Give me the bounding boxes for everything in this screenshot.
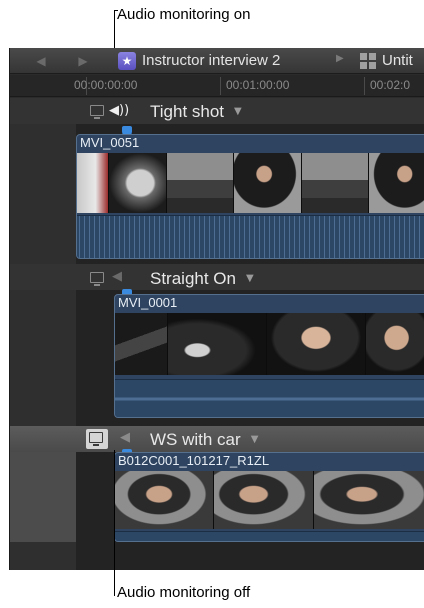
clip-mvi-0051[interactable]: MVI_0051 [76, 134, 424, 259]
frame-thumbnail [365, 313, 424, 375]
track-1-header: Tight shot ▼ [150, 99, 242, 124]
clip-b012c001[interactable]: B012C001_101217_R1ZL [114, 452, 424, 542]
timecode-ruler[interactable]: 00:00:00:00 00:01:00:00 00:02:0 [10, 75, 424, 97]
timecode-1: 00:01:00:00 [226, 78, 290, 92]
timeline-toolbar: ◀ ▶ ★ Instructor interview 2 ▶ Untit [10, 48, 424, 74]
frame-thumbnail [166, 153, 235, 213]
frame-thumbnail [214, 471, 314, 529]
frame-thumbnail [108, 153, 167, 213]
timecode-0: 00:00:00:00 [74, 78, 138, 92]
track-2-header: Straight On ▼ [150, 266, 254, 291]
clip-filmstrip [115, 471, 424, 529]
frame-thumbnail [313, 471, 424, 529]
clip-filmstrip [115, 313, 424, 375]
track-2-title[interactable]: Straight On [150, 269, 236, 289]
audio-monitoring-off-icon[interactable]: ◀ [112, 269, 122, 284]
project-title[interactable]: Instructor interview 2 [142, 52, 280, 69]
dropdown-arrow-icon[interactable]: ▼ [246, 273, 254, 284]
frame-thumbnail [115, 313, 169, 375]
back-button[interactable]: ◀ [30, 51, 52, 71]
dropdown-arrow-icon[interactable]: ▼ [251, 434, 259, 445]
audio-monitoring-off-icon[interactable]: ◀ [120, 430, 130, 445]
frame-thumbnail [369, 153, 424, 213]
track-3-header: WS with car ▼ [150, 427, 258, 452]
ruler-tick [364, 77, 365, 95]
dropdown-arrow-icon[interactable]: ▼ [234, 106, 242, 117]
ruler-tick [220, 77, 221, 95]
callout-audio-monitoring-on: Audio monitoring on [117, 6, 251, 23]
breadcrumb-separator-icon: ▶ [336, 53, 344, 64]
callout-tick-top [114, 10, 118, 11]
audio-waveform [115, 379, 424, 417]
frame-thumbnail [267, 313, 366, 375]
frame-thumbnail [234, 153, 302, 213]
clip-mvi-0001[interactable]: MVI_0001 [114, 294, 424, 418]
track-3-title[interactable]: WS with car [150, 430, 241, 450]
audio-waveform [115, 531, 424, 541]
video-monitor-icon [89, 432, 103, 446]
audio-monitoring-on-icon[interactable]: ◀)) [109, 103, 129, 118]
frame-thumbnail [77, 153, 109, 213]
clip-name: MVI_0051 [80, 135, 140, 150]
forward-button[interactable]: ▶ [72, 51, 94, 71]
track-1-title[interactable]: Tight shot [150, 102, 224, 122]
timecode-2: 00:02:0 [370, 78, 411, 92]
frame-thumbnail [115, 471, 215, 529]
clip-name: MVI_0001 [118, 295, 178, 310]
callout-audio-monitoring-off: Audio monitoring off [117, 584, 251, 601]
frame-thumbnail [168, 313, 268, 375]
clip-filmstrip [77, 153, 424, 213]
project-star-icon: ★ [118, 52, 136, 70]
timeline-window: ◀ ▶ ★ Instructor interview 2 ▶ Untit 00:… [9, 48, 424, 570]
clip-name: B012C001_101217_R1ZL [118, 453, 270, 468]
video-monitor-icon[interactable] [90, 105, 104, 119]
compound-clip-icon [360, 53, 376, 69]
selected-gutter [10, 452, 76, 542]
frame-thumbnail [301, 153, 370, 213]
video-monitor-toggle[interactable] [86, 429, 108, 449]
callout-line-bottom [114, 450, 115, 596]
audio-waveform [77, 215, 424, 258]
next-project-title[interactable]: Untit [382, 52, 413, 69]
video-monitor-icon[interactable] [90, 272, 104, 286]
